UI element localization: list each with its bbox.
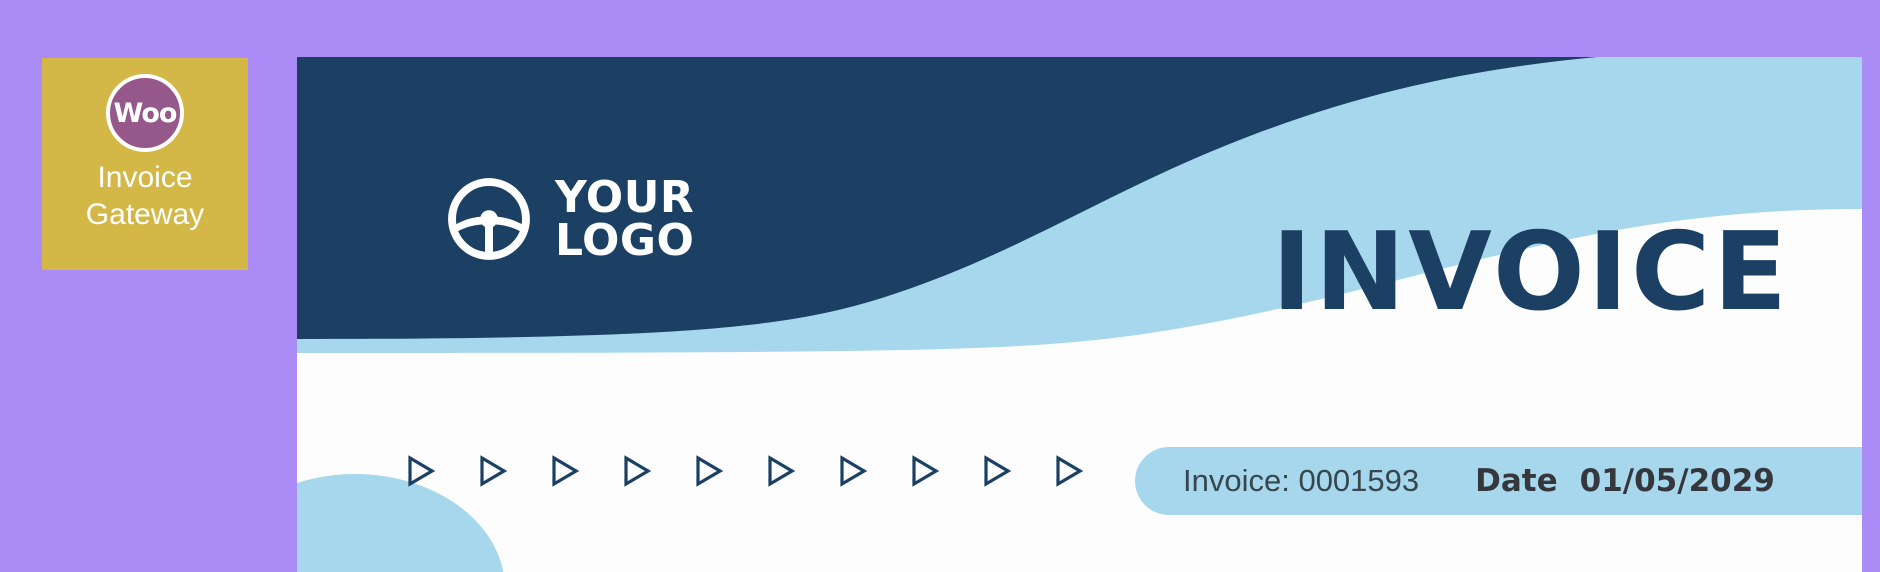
brand-logo-line-2: LOGO	[555, 215, 695, 266]
play-triangle-outline-icon	[696, 455, 723, 487]
invoice-number: Invoice: 0001593	[1183, 463, 1420, 498]
steering-wheel-icon	[448, 178, 530, 260]
play-triangle-outline-icon	[480, 455, 507, 487]
play-triangle-outline-icon	[624, 455, 651, 487]
play-triangle-outline-icon	[840, 455, 867, 487]
invoice-meta-bar: Invoice: 0001593 Date 01/05/2029	[1135, 447, 1862, 515]
invoice-date-value: 01/05/2029	[1579, 463, 1775, 499]
app-badge-title-line-1: Invoice	[97, 161, 193, 194]
invoice-date-group: Date 01/05/2029	[1475, 463, 1775, 499]
brand-logo: YOUR LOGO	[445, 175, 694, 263]
app-badge-title-line-2: Gateway	[85, 197, 205, 231]
play-triangle-outline-icon	[1056, 455, 1083, 487]
play-triangle-outline-icon	[408, 455, 435, 487]
play-triangle-outline-icon	[768, 455, 795, 487]
play-triangle-outline-icon	[912, 455, 939, 487]
brand-logo-wordmark: YOUR LOGO	[555, 171, 695, 266]
brand-logo-line-1: YOUR	[555, 171, 695, 223]
app-badge[interactable]: Woo Invoice Gateway	[42, 58, 248, 270]
invoice-document: YOUR LOGO INVOICE Invoice: 0001593 Date	[297, 57, 1862, 572]
screenshot-root: Woo Invoice Gateway YOUR LOGO INVOICE In…	[0, 0, 1880, 572]
circle-decoration	[297, 474, 505, 572]
invoice-date-label: Date	[1475, 463, 1558, 499]
page-title: INVOICE	[1271, 210, 1790, 335]
play-triangle-outline-icon	[552, 455, 579, 487]
arrow-decoration-row	[407, 455, 1083, 487]
play-triangle-outline-icon	[984, 455, 1011, 487]
woo-logo-icon: Woo	[106, 74, 184, 152]
woo-mark-label: Woo	[113, 97, 178, 129]
